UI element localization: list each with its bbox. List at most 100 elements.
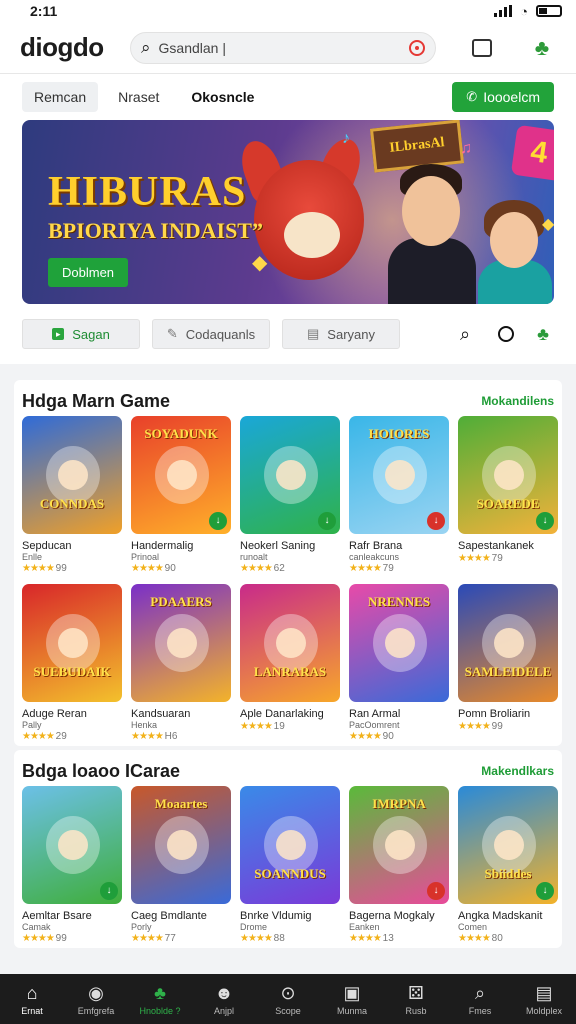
clover-icon[interactable]: ♣ <box>530 35 554 60</box>
game-thumbnail[interactable]: SAMLEIDELE <box>458 584 558 702</box>
game-card[interactable]: ↓ Aemltar Bsare Camak ★★★★ 99 <box>22 786 122 944</box>
game-subtitle: Enlle <box>22 552 43 562</box>
app-screen: 2:11 ◔ diogdo ⌕ Gsandlan | ♣ Remcan Nras… <box>0 0 576 1024</box>
download-icon[interactable]: ↓ <box>318 512 336 530</box>
game-name: Sapestankanek <box>458 540 534 552</box>
game-thumbnail[interactable]: SOAREDE ↓ <box>458 416 558 534</box>
tab-okosncle[interactable]: Okosncle <box>179 82 266 112</box>
game-thumbnail[interactable]: PDAAERS <box>131 584 231 702</box>
game-art-title: NRENNES <box>367 594 431 609</box>
nav-item-0[interactable]: ⌂ Ernat <box>0 974 64 1024</box>
game-card[interactable]: SUEBUDAIK Aduge Reran Pally ★★★★ 29 <box>22 584 122 742</box>
tab-row: Remcan Nraset Okosncle ✆ Ioooelcm <box>0 74 576 120</box>
see-more-link[interactable]: Mokandilens <box>481 394 554 408</box>
game-card[interactable]: Sbiiddes ↓ Angka Madskanit Comen ★★★★ 80 <box>458 786 558 944</box>
game-row: CONNDAS Sepducan Enlle ★★★★ 99 SOYADUNK ↓ Hand… <box>22 416 558 574</box>
tab-nraset[interactable]: Nraset <box>106 82 171 112</box>
star-rating-icon: ★★★★ <box>349 933 383 944</box>
character-face <box>58 460 88 490</box>
game-thumbnail[interactable]: IMRPNA ↓ <box>349 786 449 904</box>
hero-banner[interactable]: ILbrasAl 4 ♪ ♫ ◆ ◆ HIBURAS BPIORIYA INDA… <box>22 120 554 304</box>
chip-codaquanls[interactable]: ✎ Codaquanls <box>152 319 270 349</box>
chip-saryany[interactable]: ▤ Saryany <box>282 319 400 349</box>
nav-item-2[interactable]: ♣ Hnoblde ? <box>128 974 192 1024</box>
section-header: Hdga Marn Game Mokandilens <box>22 386 554 416</box>
tab-remcan[interactable]: Remcan <box>22 82 99 112</box>
rating-value: 90 <box>164 563 176 574</box>
top-header: diogdo ⌕ Gsandlan | ♣ <box>0 22 576 74</box>
search-bar[interactable]: ⌕ Gsandlan | <box>130 31 436 64</box>
game-rating: ★★★★ 79 <box>349 563 449 574</box>
box-icon: ▣ <box>343 983 361 1003</box>
rating-value: 90 <box>382 731 394 742</box>
download-icon[interactable]: ↓ <box>100 882 118 900</box>
list-icon: ▤ <box>307 326 320 341</box>
game-card[interactable]: SOYADUNK ↓ Handermalig Prinoal ★★★★ 90 <box>131 416 231 574</box>
game-subtitle: Prinoal <box>131 552 160 562</box>
game-rating: ★★★★ 62 <box>240 563 340 574</box>
game-card[interactable]: LANRARAS Aple Danarlaking ★★★★ 19 <box>240 584 340 742</box>
character-face <box>276 628 306 658</box>
game-thumbnail[interactable]: Sbiiddes ↓ <box>458 786 558 904</box>
game-card[interactable]: SOAREDE ↓ Sapestankanek ★★★★ 79 <box>458 416 558 574</box>
character-face <box>167 460 197 490</box>
cta-button[interactable]: ✆ Ioooelcm <box>452 82 554 112</box>
game-art-title: Moaartes <box>154 796 208 811</box>
download-icon[interactable]: ↓ <box>427 512 445 530</box>
search-input[interactable]: Gsandlan | <box>159 40 401 56</box>
app-logo[interactable]: diogdo <box>20 32 116 63</box>
game-card[interactable]: IMRPNA ↓ Bagerna Mogkaly Eanken ★★★★ 13 <box>349 786 449 944</box>
status-time: 2:11 <box>30 3 58 19</box>
nav-item-5[interactable]: ▣ Munma <box>320 974 384 1024</box>
search-icon[interactable]: ⌕ <box>454 324 476 345</box>
download-icon[interactable]: ↓ <box>536 882 554 900</box>
game-thumbnail[interactable]: HOIORES ↓ <box>349 416 449 534</box>
star-rating-icon: ★★★★ <box>458 933 492 944</box>
nav-item-1[interactable]: ◉ Emfgrefa <box>64 974 128 1024</box>
download-icon[interactable]: ↓ <box>536 512 554 530</box>
game-thumbnail[interactable]: NRENNES <box>349 584 449 702</box>
game-thumbnail[interactable]: ↓ <box>22 786 122 904</box>
man-character <box>402 176 460 246</box>
nav-item-4[interactable]: ⊙ Scope <box>256 974 320 1024</box>
window-icon[interactable] <box>472 38 492 57</box>
section-header: Bdga loaoo ICarae Makendlkars <box>22 756 554 786</box>
game-card[interactable]: PDAAERS Kandsuaran Henka ★★★★ H6 <box>131 584 231 742</box>
game-thumbnail[interactable]: SOYADUNK ↓ <box>131 416 231 534</box>
nav-item-8[interactable]: ▤ Moldplex <box>512 974 576 1024</box>
game-subtitle: runoalt <box>240 552 268 562</box>
game-thumbnail[interactable]: CONNDAS <box>22 416 122 534</box>
nav-item-3[interactable]: ☻ Anjpl <box>192 974 256 1024</box>
game-card[interactable]: Moaartes Caeg Bmdlante Porly ★★★★ 77 <box>131 786 231 944</box>
chip-sagan[interactable]: ▸ Sagan <box>22 319 140 349</box>
game-thumbnail[interactable]: Moaartes <box>131 786 231 904</box>
record-icon[interactable] <box>409 39 425 56</box>
game-name: Neokerl Saning <box>240 540 316 552</box>
hero-title: HIBURAS <box>48 169 247 215</box>
game-card[interactable]: NRENNES Ran Armal PacOomrent ★★★★ 90 <box>349 584 449 742</box>
game-name: Aple Danarlaking <box>240 708 324 720</box>
group-icon[interactable]: ♣ <box>532 324 554 345</box>
game-card[interactable]: SAMLEIDELE Pomn Broliarin ★★★★ 99 <box>458 584 558 742</box>
hero-button[interactable]: Doblmen <box>48 258 129 287</box>
status-bar: 2:11 ◔ <box>0 0 576 22</box>
game-card[interactable]: SOANNDUS Bnrke Vldumig Drome ★★★★ 88 <box>240 786 340 944</box>
game-card[interactable]: HOIORES ↓ Rafr Brana canleakcuns ★★★★ 79 <box>349 416 449 574</box>
game-rating: ★★★★ 13 <box>349 933 449 944</box>
game-thumbnail[interactable]: ↓ <box>240 416 340 534</box>
download-icon[interactable]: ↓ <box>427 882 445 900</box>
game-thumbnail[interactable]: SUEBUDAIK <box>22 584 122 702</box>
hero-badge: 4 <box>510 124 554 182</box>
game-card[interactable]: CONNDAS Sepducan Enlle ★★★★ 99 <box>22 416 122 574</box>
game-card[interactable]: ↓ Neokerl Saning runoalt ★★★★ 62 <box>240 416 340 574</box>
game-rating: ★★★★ 79 <box>458 553 558 564</box>
game-rating: ★★★★ 29 <box>22 731 122 742</box>
nav-label: Munma <box>336 1006 367 1016</box>
game-thumbnail[interactable]: LANRARAS <box>240 584 340 702</box>
see-more-link[interactable]: Makendlkars <box>481 764 554 778</box>
game-thumbnail[interactable]: SOANNDUS <box>240 786 340 904</box>
download-icon[interactable]: ↓ <box>209 512 227 530</box>
nav-item-7[interactable]: ⌕ Fmes <box>448 974 512 1024</box>
nav-item-6[interactable]: ⚄ Rusb <box>384 974 448 1024</box>
clock-icon[interactable] <box>498 326 514 342</box>
